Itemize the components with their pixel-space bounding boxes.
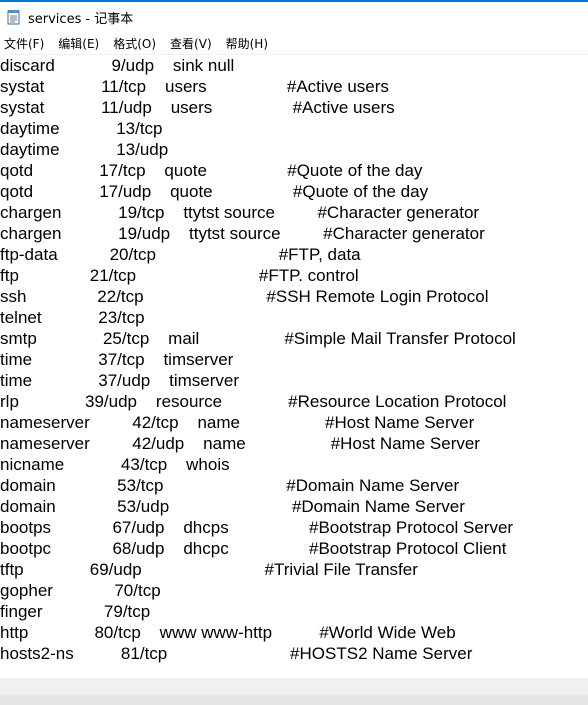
editor-line: ftp-data 20/tcp #FTP, data	[0, 245, 361, 264]
window-bottom-edge	[0, 695, 588, 705]
editor-line: nameserver 42/tcp name #Host Name Server	[0, 413, 475, 432]
menu-bar: 文件(F) 编辑(E) 格式(O) 查看(V) 帮助(H)	[0, 32, 588, 54]
editor-line: ftp 21/tcp #FTP. control	[0, 266, 359, 285]
editor-line: daytime 13/udp	[0, 140, 169, 159]
editor-line: bootpc 68/udp dhcpc #Bootstrap Protocol …	[0, 539, 507, 558]
editor-line: time 37/udp timserver	[0, 371, 240, 390]
text-editor[interactable]: discard 9/udp sink null systat 11/tcp use…	[0, 55, 588, 678]
menu-edit[interactable]: 编辑(E)	[54, 35, 105, 52]
editor-line: http 80/tcp www www-http #World Wide Web	[0, 623, 456, 642]
editor-line: smtp 25/tcp mail #Simple Mail Transfer P…	[0, 329, 516, 348]
editor-line: daytime 13/tcp	[0, 119, 163, 138]
editor-line: qotd 17/udp quote #Quote of the day	[0, 182, 429, 201]
editor-line: telnet 23/tcp	[0, 308, 145, 327]
editor-line: finger 79/tcp	[0, 602, 151, 621]
window-title: services - 记事本	[28, 11, 134, 27]
title-bar[interactable]: services - 记事本	[0, 0, 588, 32]
editor-line: domain 53/tcp #Domain Name Server	[0, 476, 460, 495]
notepad-window: services - 记事本 文件(F) 编辑(E) 格式(O) 查看(V) 帮…	[0, 0, 588, 705]
editor-line: qotd 17/tcp quote #Quote of the day	[0, 161, 423, 180]
editor-content[interactable]: discard 9/udp sink null systat 11/tcp use…	[0, 55, 588, 664]
editor-line: discard 9/udp sink null	[0, 56, 235, 75]
editor-line: tftp 69/udp #Trivial File Transfer	[0, 560, 418, 579]
editor-line: time 37/tcp timserver	[0, 350, 234, 369]
editor-line: nicname 43/tcp whois	[0, 455, 230, 474]
horizontal-scrollbar[interactable]	[0, 678, 588, 695]
editor-line: ssh 22/tcp #SSH Remote Login Protocol	[0, 287, 489, 306]
menu-view[interactable]: 查看(V)	[166, 35, 218, 52]
editor-line: gopher 70/tcp	[0, 581, 161, 600]
editor-line: chargen 19/udp ttytst source #Character …	[0, 224, 485, 243]
editor-line: nameserver 42/udp name #Host Name Server	[0, 434, 480, 453]
menu-help[interactable]: 帮助(H)	[222, 35, 274, 52]
editor-line: domain 53/udp #Domain Name Server	[0, 497, 465, 516]
editor-line: bootps 67/udp dhcps #Bootstrap Protocol …	[0, 518, 514, 537]
editor-line: chargen 19/tcp ttytst source #Character …	[0, 203, 480, 222]
menu-format[interactable]: 格式(O)	[109, 35, 162, 52]
editor-line: rlp 39/udp resource #Resource Location P…	[0, 392, 507, 411]
menu-file[interactable]: 文件(F)	[0, 35, 50, 52]
editor-line: systat 11/udp users #Active users	[0, 98, 395, 117]
editor-line: systat 11/tcp users #Active users	[0, 77, 389, 96]
editor-line: hosts2-ns 81/tcp #HOSTS2 Name Server	[0, 644, 473, 663]
notepad-icon	[6, 9, 22, 25]
